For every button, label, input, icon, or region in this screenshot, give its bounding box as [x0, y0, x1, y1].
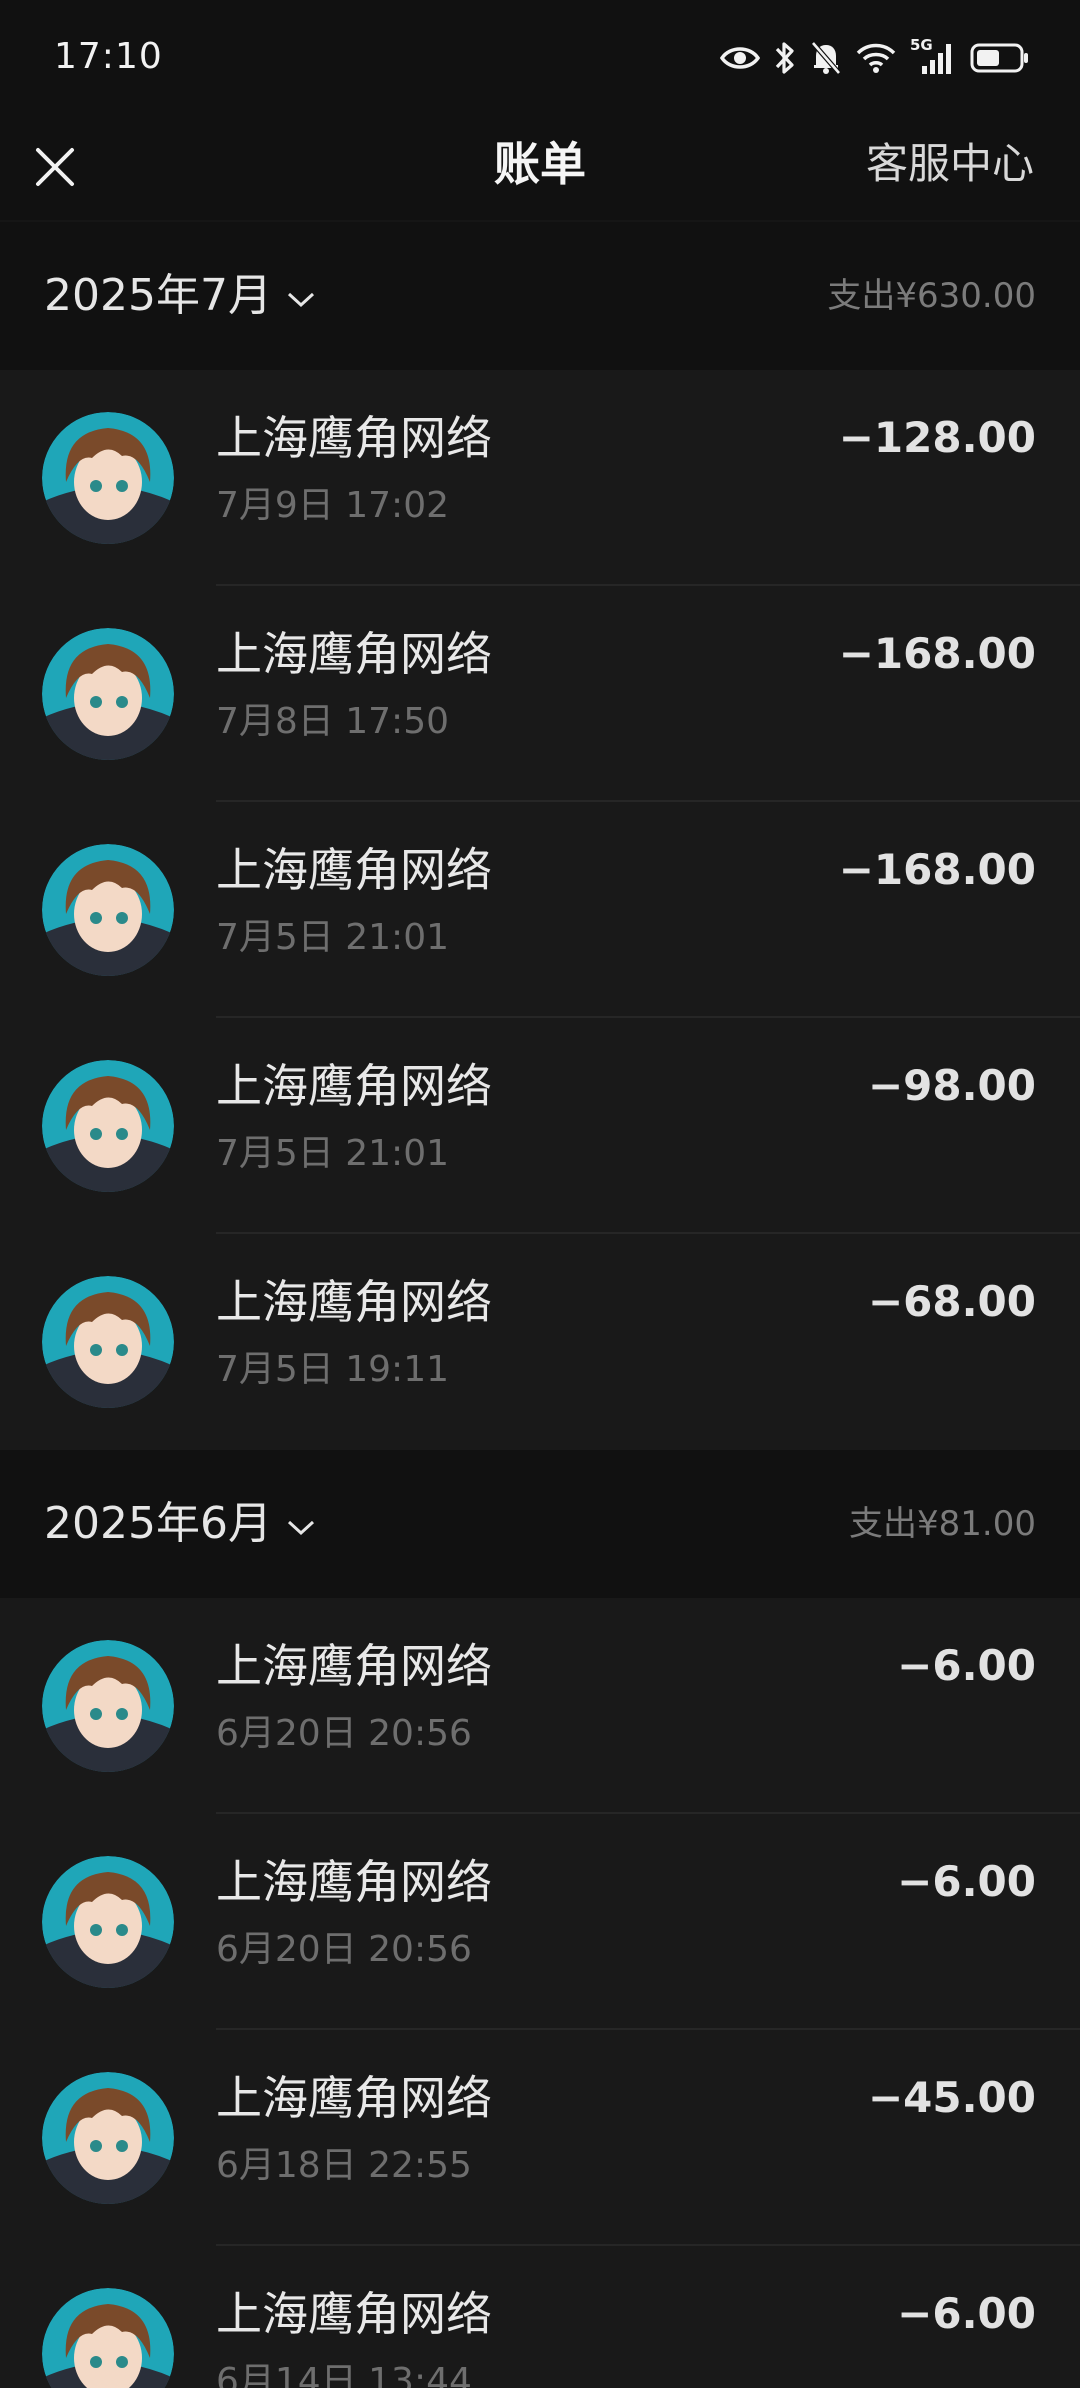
merchant-name: 上海鹰角网络 — [216, 411, 492, 465]
avatar — [42, 1060, 174, 1192]
transaction-amount: −6.00 — [897, 1641, 1036, 1690]
avatar — [42, 2072, 174, 2204]
status-time: 17:10 — [54, 36, 163, 77]
merchant-name: 上海鹰角网络 — [216, 2287, 492, 2341]
transaction-row[interactable]: 上海鹰角网络 6月18日 22:55 −45.00 — [0, 2030, 1080, 2246]
month-label: 2025年7月 — [44, 270, 272, 321]
avatar — [42, 1276, 174, 1408]
merchant-name: 上海鹰角网络 — [216, 1275, 492, 1329]
eye-icon — [720, 47, 760, 69]
month-header-july[interactable]: 2025年7月 支出¥630.00 — [0, 222, 1080, 370]
month-header-june[interactable]: 2025年6月 支出¥81.00 — [0, 1450, 1080, 1598]
transaction-row[interactable]: 上海鹰角网络 6月20日 20:56 −6.00 — [0, 1598, 1080, 1814]
transaction-amount: −168.00 — [838, 629, 1036, 678]
merchant-name: 上海鹰角网络 — [216, 843, 492, 897]
transaction-time: 7月5日 19:11 — [216, 1349, 449, 1390]
status-icons: 5G — [720, 36, 1030, 78]
transaction-time: 7月9日 17:02 — [216, 485, 449, 526]
transaction-amount: −98.00 — [867, 1061, 1036, 1110]
bell-off-icon — [811, 41, 841, 75]
transaction-list-july: 上海鹰角网络 7月9日 17:02 −128.00 上海鹰角网络 7月8日 17… — [0, 370, 1080, 1450]
transaction-row[interactable]: 上海鹰角网络 7月5日 21:01 −168.00 — [0, 802, 1080, 1018]
bluetooth-icon — [775, 42, 794, 74]
merchant-name: 上海鹰角网络 — [216, 1639, 492, 1693]
transaction-row[interactable]: 上海鹰角网络 6月14日 13:44 −6.00 — [0, 2246, 1080, 2388]
close-icon[interactable] — [30, 142, 80, 192]
customer-service-link[interactable]: 客服中心 — [866, 128, 1034, 200]
transaction-amount: −6.00 — [897, 2289, 1036, 2338]
merchant-name: 上海鹰角网络 — [216, 2071, 492, 2125]
transaction-row[interactable]: 上海鹰角网络 7月5日 19:11 −68.00 — [0, 1234, 1080, 1450]
signal-icon: 5G — [910, 36, 956, 76]
avatar — [42, 1856, 174, 1988]
status-bar: 17:10 5G — [0, 0, 1080, 118]
transaction-time: 7月8日 17:50 — [216, 701, 449, 742]
month-selector[interactable]: 2025年7月 — [44, 222, 316, 370]
transaction-time: 6月14日 13:44 — [216, 2361, 472, 2388]
transaction-row[interactable]: 上海鹰角网络 7月5日 21:01 −98.00 — [0, 1018, 1080, 1234]
month-selector[interactable]: 2025年6月 — [44, 1450, 316, 1598]
transaction-amount: −68.00 — [867, 1277, 1036, 1326]
transaction-amount: −168.00 — [838, 845, 1036, 894]
transaction-time: 6月18日 22:55 — [216, 2145, 472, 2186]
avatar — [42, 844, 174, 976]
transaction-row[interactable]: 上海鹰角网络 7月8日 17:50 −168.00 — [0, 586, 1080, 802]
chevron-down-icon — [287, 292, 314, 308]
transaction-amount: −45.00 — [867, 2073, 1036, 2122]
merchant-name: 上海鹰角网络 — [216, 1855, 492, 1909]
avatar — [42, 412, 174, 544]
chevron-down-icon — [287, 1520, 314, 1536]
month-expense-summary: 支出¥630.00 — [827, 276, 1036, 316]
avatar — [42, 2288, 174, 2388]
transaction-amount: −128.00 — [838, 413, 1036, 462]
transaction-time: 6月20日 20:56 — [216, 1929, 472, 1970]
merchant-name: 上海鹰角网络 — [216, 627, 492, 681]
transaction-list-june: 上海鹰角网络 6月20日 20:56 −6.00 上海鹰角网络 6月20日 20… — [0, 1598, 1080, 2388]
transaction-row[interactable]: 上海鹰角网络 7月9日 17:02 −128.00 — [0, 370, 1080, 586]
transaction-time: 7月5日 21:01 — [216, 1133, 449, 1174]
avatar — [42, 1640, 174, 1772]
nav-bar: 账单 客服中心 — [0, 118, 1080, 222]
battery-icon — [970, 43, 1028, 73]
avatar — [42, 628, 174, 760]
transaction-amount: −6.00 — [897, 1857, 1036, 1906]
month-label: 2025年6月 — [44, 1498, 272, 1549]
wifi-icon — [856, 43, 896, 73]
month-expense-summary: 支出¥81.00 — [849, 1504, 1036, 1544]
transaction-time: 6月20日 20:56 — [216, 1713, 472, 1754]
transaction-time: 7月5日 21:01 — [216, 917, 449, 958]
merchant-name: 上海鹰角网络 — [216, 1059, 492, 1113]
transaction-row[interactable]: 上海鹰角网络 6月20日 20:56 −6.00 — [0, 1814, 1080, 2030]
